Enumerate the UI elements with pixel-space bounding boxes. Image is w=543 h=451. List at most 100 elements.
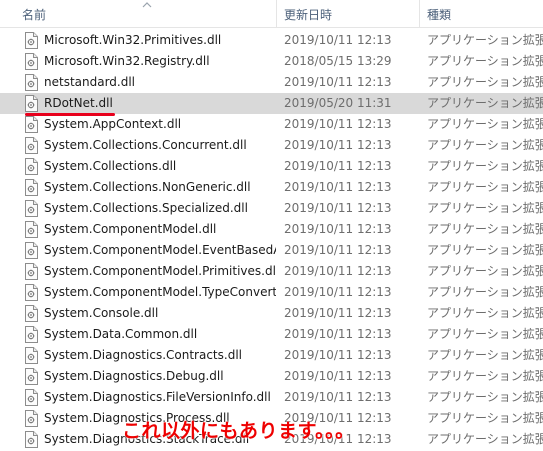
file-row[interactable]: System.AppContext.dll 2019/10/11 12:13 アプリ…	[0, 114, 543, 135]
file-row[interactable]: Microsoft.Win32.Registry.dll 2018/05/15 1…	[0, 51, 543, 72]
file-modified-date: 2019/10/11 12:13	[284, 369, 392, 383]
dll-file-icon	[24, 200, 39, 217]
file-type: アプリケーション拡張	[427, 96, 543, 110]
file-row[interactable]: System.ComponentModel.EventBasedAs... 201…	[0, 240, 543, 261]
dll-file-icon	[24, 389, 39, 406]
file-name: System.Diagnostics.FileVersionInfo.dll	[44, 390, 271, 404]
file-name: System.Diagnostics.Debug.dll	[44, 369, 224, 383]
file-name: Microsoft.Win32.Registry.dll	[44, 54, 210, 68]
file-modified-date: 2019/10/11 12:13	[284, 138, 392, 152]
file-type: アプリケーション拡張	[427, 159, 543, 173]
file-row[interactable]: System.Diagnostics.Contracts.dll 2019/10/…	[0, 345, 543, 366]
dll-file-icon	[24, 326, 39, 343]
file-row[interactable]: System.Diagnostics.FileVersionInfo.dll 20…	[0, 387, 543, 408]
file-row[interactable]: System.Diagnostics.Debug.dll 2019/10/11 1…	[0, 366, 543, 387]
file-name: System.ComponentModel.Primitives.dll	[44, 264, 276, 278]
file-row[interactable]: System.Console.dll 2019/10/11 12:13 アプリケーシ…	[0, 303, 543, 324]
file-modified-date: 2019/10/11 12:13	[284, 201, 392, 215]
file-row[interactable]: System.ComponentModel.Primitives.dll 2019…	[0, 261, 543, 282]
file-name: System.ComponentModel.TypeConverter....	[44, 285, 276, 299]
file-type: アプリケーション拡張	[427, 75, 543, 89]
file-type: アプリケーション拡張	[427, 285, 543, 299]
file-row[interactable]: System.Collections.NonGeneric.dll 2019/10…	[0, 177, 543, 198]
file-modified-date: 2019/10/11 12:13	[284, 180, 392, 194]
column-header: 名前 更新日時 種類	[0, 0, 543, 28]
file-name: Microsoft.Win32.Primitives.dll	[44, 33, 222, 47]
file-type: アプリケーション拡張	[427, 117, 543, 131]
dll-file-icon	[24, 74, 39, 91]
file-modified-date: 2019/10/11 12:13	[284, 264, 392, 278]
file-modified-date: 2019/10/11 12:13	[284, 390, 392, 404]
file-name: System.Collections.NonGeneric.dll	[44, 180, 251, 194]
file-row[interactable]: Microsoft.Win32.Primitives.dll 2019/10/11…	[0, 30, 543, 51]
column-header-name[interactable]: 名前	[22, 0, 272, 28]
file-type: アプリケーション拡張	[427, 411, 543, 425]
file-type: アプリケーション拡張	[427, 180, 543, 194]
dll-file-icon	[24, 221, 39, 238]
file-type: アプリケーション拡張	[427, 348, 543, 362]
file-type: アプリケーション拡張	[427, 54, 543, 68]
file-modified-date: 2019/10/11 12:13	[284, 159, 392, 173]
file-type: アプリケーション拡張	[427, 306, 543, 320]
dll-file-icon	[24, 158, 39, 175]
file-modified-date: 2019/10/11 12:13	[284, 327, 392, 341]
file-name: System.Data.Common.dll	[44, 327, 198, 341]
dll-file-icon	[24, 242, 39, 259]
dll-file-icon	[24, 116, 39, 133]
file-row[interactable]: System.ComponentModel.TypeConverter.... 2…	[0, 282, 543, 303]
file-row[interactable]: System.Data.Common.dll 2019/10/11 12:13 アプ…	[0, 324, 543, 345]
file-type: アプリケーション拡張	[427, 201, 543, 215]
file-row[interactable]: System.Collections.Concurrent.dll 2019/10…	[0, 135, 543, 156]
column-divider[interactable]	[419, 0, 420, 28]
file-name: System.Console.dll	[44, 306, 159, 320]
file-modified-date: 2019/10/11 12:13	[284, 222, 392, 236]
file-name: System.ComponentModel.EventBasedAs...	[44, 243, 276, 257]
dll-file-icon	[24, 32, 39, 49]
dll-file-icon	[24, 410, 39, 427]
file-modified-date: 2019/10/11 12:13	[284, 75, 392, 89]
file-type: アプリケーション拡張	[427, 222, 543, 236]
file-type: アプリケーション拡張	[427, 390, 543, 404]
dll-file-icon	[24, 53, 39, 70]
file-type: アプリケーション拡張	[427, 138, 543, 152]
file-type: アプリケーション拡張	[427, 369, 543, 383]
file-modified-date: 2019/10/11 12:13	[284, 117, 392, 131]
file-modified-date: 2019/10/11 12:13	[284, 306, 392, 320]
file-name: System.Collections.dll	[44, 159, 177, 173]
file-type: アプリケーション拡張	[427, 432, 543, 446]
file-row[interactable]: System.ComponentModel.dll 2019/10/11 12:1…	[0, 219, 543, 240]
dll-file-icon	[24, 137, 39, 154]
file-name: System.Collections.Concurrent.dll	[44, 138, 247, 152]
dll-file-icon	[24, 179, 39, 196]
file-modified-date: 2019/10/11 12:13	[284, 243, 392, 257]
column-header-date[interactable]: 更新日時	[284, 0, 414, 28]
file-type: アプリケーション拡張	[427, 33, 543, 47]
dll-file-icon	[24, 284, 39, 301]
red-underline-annotation	[25, 113, 115, 116]
file-row[interactable]: System.Collections.Specialized.dll 2019/1…	[0, 198, 543, 219]
file-row[interactable]: System.Collections.dll 2019/10/11 12:13 アプ…	[0, 156, 543, 177]
file-name: RDotNet.dll	[44, 96, 113, 110]
dll-file-icon	[24, 347, 39, 364]
file-name: System.Diagnostics.Contracts.dll	[44, 348, 242, 362]
dll-file-icon	[24, 431, 39, 448]
file-type: アプリケーション拡張	[427, 264, 543, 278]
file-type: アプリケーション拡張	[427, 243, 543, 257]
file-name: System.Collections.Specialized.dll	[44, 201, 248, 215]
column-divider[interactable]	[276, 0, 277, 28]
annotation-text: これ以外にもあります。。。	[122, 420, 355, 442]
dll-file-icon	[24, 368, 39, 385]
file-row[interactable]: RDotNet.dll 2019/05/20 11:31 アプリケーション拡張	[0, 93, 543, 114]
file-row[interactable]: netstandard.dll 2019/10/11 12:13 アプリケーション拡…	[0, 72, 543, 93]
file-modified-date: 2019/05/20 11:31	[284, 96, 392, 110]
dll-file-icon	[24, 95, 39, 112]
file-type: アプリケーション拡張	[427, 327, 543, 341]
column-header-type[interactable]: 種類	[427, 0, 543, 28]
file-list: Microsoft.Win32.Primitives.dll 2019/10/11…	[0, 30, 543, 450]
file-modified-date: 2019/10/11 12:13	[284, 285, 392, 299]
file-name: System.ComponentModel.dll	[44, 222, 217, 236]
file-modified-date: 2019/10/11 12:13	[284, 33, 392, 47]
file-modified-date: 2018/05/15 13:29	[284, 54, 392, 68]
dll-file-icon	[24, 305, 39, 322]
file-name: System.AppContext.dll	[44, 117, 182, 131]
